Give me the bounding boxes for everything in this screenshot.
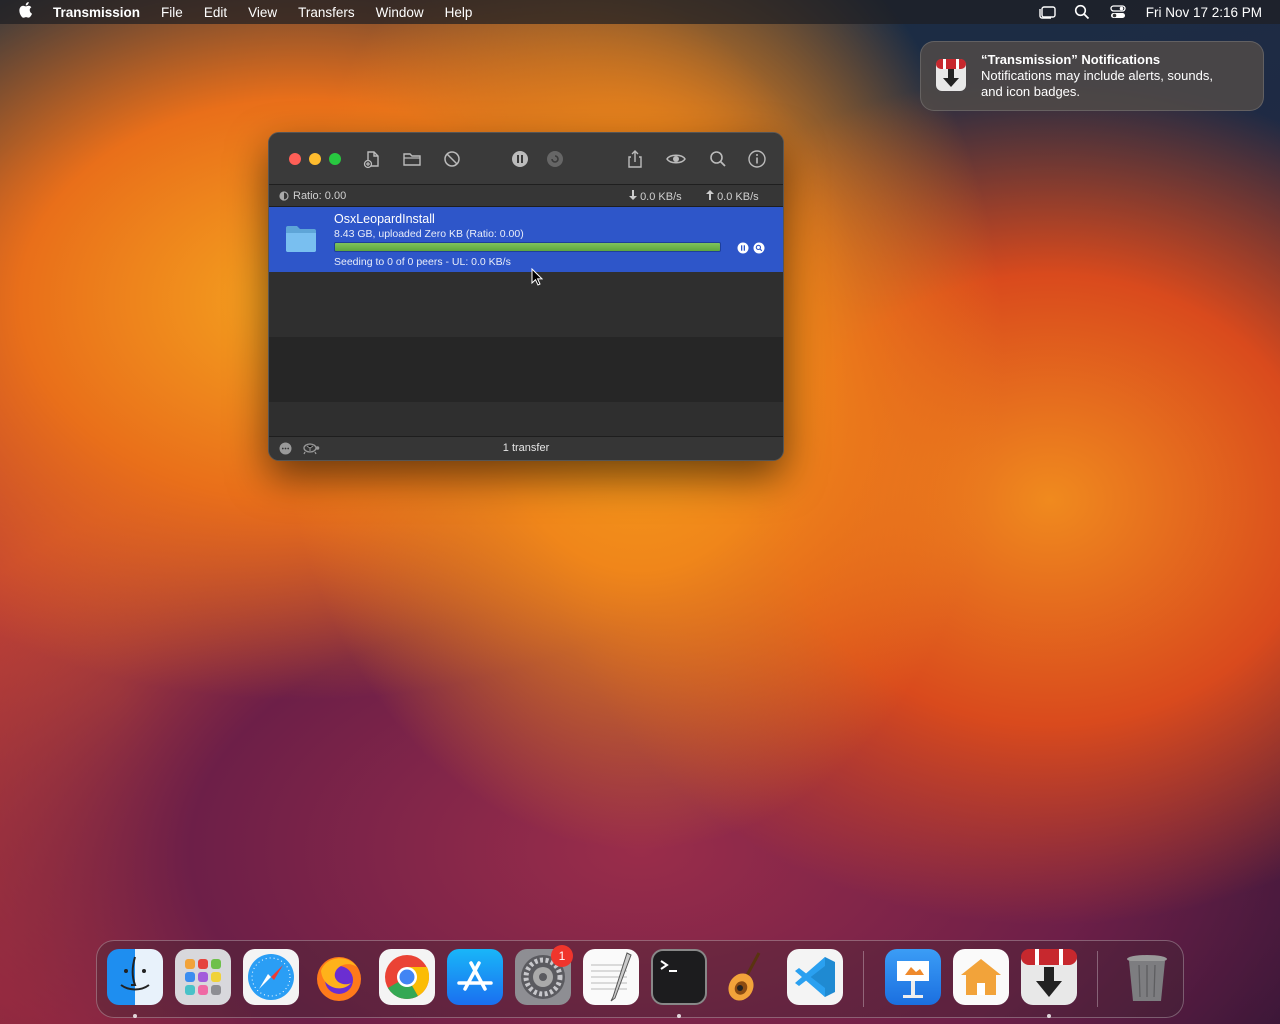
notification-banner[interactable]: “Transmission” Notifications Notificatio… <box>920 41 1264 111</box>
folder-icon <box>286 226 316 252</box>
vscode-icon[interactable] <box>787 949 843 1005</box>
dock-separator <box>1097 951 1098 1007</box>
share-icon[interactable] <box>625 149 645 169</box>
textedit-icon[interactable] <box>583 949 639 1005</box>
upload-arrow-icon <box>706 190 714 200</box>
firefox-icon[interactable] <box>311 949 367 1005</box>
notification-body-line-1: Notifications may include alerts, sounds… <box>981 68 1213 83</box>
torrent-progress-fill <box>335 243 720 251</box>
system-settings-badge: 1 <box>551 945 573 967</box>
open-folder-icon[interactable] <box>402 149 422 169</box>
transfer-list-empty-area <box>269 272 783 438</box>
status-bar: Ratio: 0.00 0.0 KB/s 0.0 KB/s <box>269 185 783 207</box>
reveal-in-finder-icon[interactable] <box>753 242 765 254</box>
ratio-display[interactable]: Ratio: 0.00 <box>279 190 346 202</box>
menu-window[interactable]: Window <box>376 5 424 20</box>
menubar-status-area: Fri Nov 17 2:16 PM <box>1038 0 1262 24</box>
minimize-window-button[interactable] <box>309 153 321 165</box>
ratio-icon <box>279 191 289 201</box>
transmission-dock-icon[interactable] <box>1021 949 1077 1005</box>
transmission-running-indicator <box>1047 1014 1051 1018</box>
empty-row <box>269 272 783 337</box>
transmission-app-icon <box>933 57 969 93</box>
spotlight-search-icon[interactable] <box>1074 4 1090 20</box>
app-store-icon[interactable] <box>447 949 503 1005</box>
control-center-icon[interactable] <box>1110 4 1126 20</box>
launchpad-icon[interactable] <box>175 949 231 1005</box>
pause-all-icon[interactable] <box>510 149 530 169</box>
menu-view[interactable]: View <box>248 5 277 20</box>
menu-help[interactable]: Help <box>445 5 473 20</box>
upload-speed: 0.0 KB/s <box>706 190 759 203</box>
download-speed-value: 0.0 KB/s <box>640 191 682 203</box>
upload-speed-value: 0.0 KB/s <box>717 191 759 203</box>
torrent-progress-bar <box>334 242 721 252</box>
notification-body-line-2: and icon badges. <box>981 84 1081 99</box>
finder-running-indicator <box>133 1014 137 1018</box>
empty-row <box>269 402 783 438</box>
keynote-icon[interactable] <box>885 949 941 1005</box>
download-speed: 0.0 KB/s <box>629 190 682 203</box>
menu-edit[interactable]: Edit <box>204 5 227 20</box>
filter-search-icon[interactable] <box>708 149 728 169</box>
dock-separator <box>863 951 864 1007</box>
torrent-info: 8.43 GB, uploaded Zero KB (Ratio: 0.00) <box>334 228 524 240</box>
empty-row <box>269 337 783 402</box>
window-toolbar <box>269 133 783 185</box>
home-icon[interactable] <box>953 949 1009 1005</box>
pause-torrent-icon[interactable] <box>737 242 749 254</box>
resume-all-icon[interactable] <box>545 149 565 169</box>
trash-icon[interactable] <box>1119 949 1175 1005</box>
chrome-icon[interactable] <box>379 949 435 1005</box>
terminal-running-indicator <box>677 1014 681 1018</box>
menu-transfers[interactable]: Transfers <box>298 5 355 20</box>
mouse-cursor-icon <box>531 268 543 286</box>
info-inspector-icon[interactable] <box>747 149 767 169</box>
menubar-clock[interactable]: Fri Nov 17 2:16 PM <box>1146 5 1262 20</box>
torrent-status: Seeding to 0 of 0 peers - UL: 0.0 KB/s <box>334 256 511 268</box>
finder-icon[interactable] <box>107 949 163 1005</box>
ratio-text: Ratio: 0.00 <box>293 190 347 202</box>
notification-title: “Transmission” Notifications <box>981 52 1161 67</box>
menu-bar: Transmission File Edit View Transfers Wi… <box>0 0 1280 24</box>
transfer-count: 1 transfer <box>502 442 550 454</box>
menu-app-name[interactable]: Transmission <box>53 5 140 20</box>
zoom-window-button[interactable] <box>329 153 341 165</box>
open-torrent-file-icon[interactable] <box>362 149 382 169</box>
transmission-window: Ratio: 0.00 0.0 KB/s 0.0 KB/s OsxLeopard… <box>268 132 784 461</box>
safari-icon[interactable] <box>243 949 299 1005</box>
garageband-icon[interactable] <box>719 949 775 1005</box>
apple-menu-icon[interactable] <box>19 2 35 22</box>
dock: 1 <box>96 940 1184 1018</box>
torrent-row[interactable]: OsxLeopardInstall 8.43 GB, uploaded Zero… <box>269 207 783 272</box>
download-arrow-icon <box>629 190 637 200</box>
close-window-button[interactable] <box>289 153 301 165</box>
quick-look-eye-icon[interactable] <box>666 149 686 169</box>
bottom-bar: 1 transfer <box>269 436 783 460</box>
remove-transfer-icon[interactable] <box>442 149 462 169</box>
torrent-name: OsxLeopardInstall <box>334 212 435 226</box>
terminal-icon[interactable] <box>651 949 707 1005</box>
stage-manager-icon[interactable] <box>1038 4 1056 20</box>
menu-file[interactable]: File <box>161 5 183 20</box>
